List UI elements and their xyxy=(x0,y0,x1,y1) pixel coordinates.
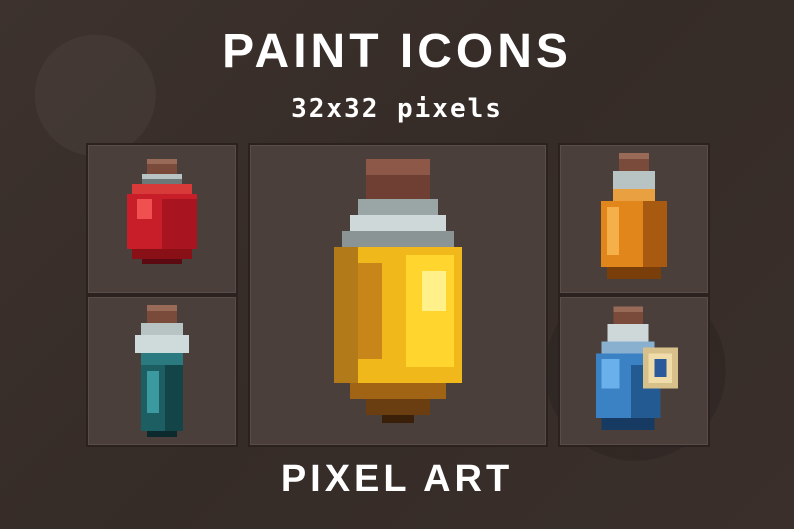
icon-panel-red xyxy=(86,143,238,295)
orange-potion-icon xyxy=(601,153,667,279)
icon-panel-orange xyxy=(558,143,710,295)
page-title: PAINT ICONS xyxy=(222,25,572,78)
icon-panel-blue xyxy=(558,295,710,447)
yellow-potion-icon xyxy=(334,159,462,423)
red-potion-icon xyxy=(127,159,197,264)
page-subtitle: 32x32 pixels xyxy=(291,94,503,124)
footer-label: PIXEL ART xyxy=(280,458,514,500)
icon-panel-teal xyxy=(86,295,238,447)
icon-panel-yellow-large xyxy=(248,143,548,447)
teal-potion-icon xyxy=(135,305,189,437)
blue-potion-icon xyxy=(595,306,679,430)
